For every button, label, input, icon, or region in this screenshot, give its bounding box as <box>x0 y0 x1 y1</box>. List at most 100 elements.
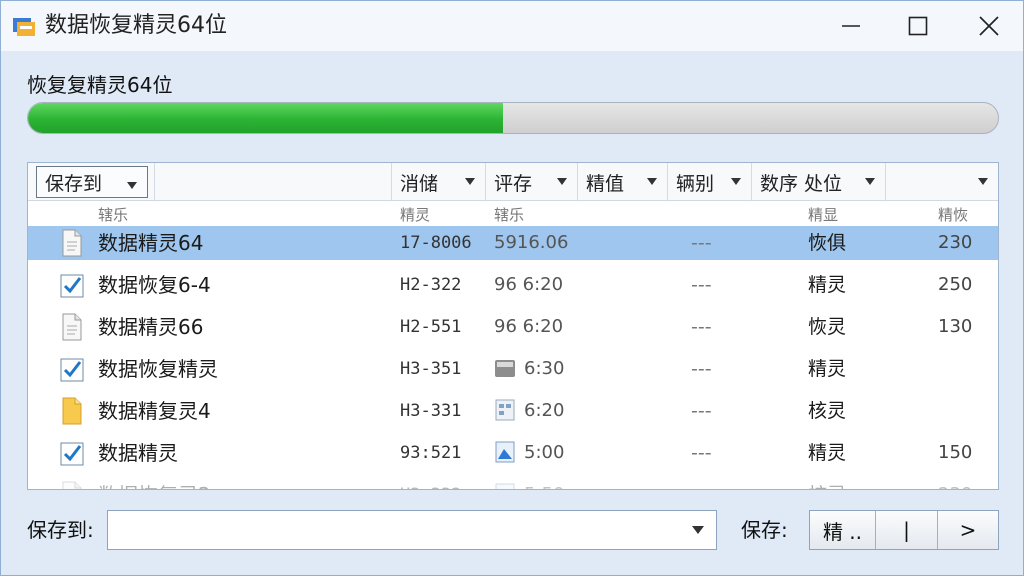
file-type: --- <box>691 232 712 254</box>
image-file-icon <box>494 441 516 463</box>
file-name: 数据恢复灵2 <box>98 482 211 489</box>
file-size: 150 <box>938 442 973 463</box>
file-code: H3-332 <box>400 482 461 489</box>
file-code: H2-551 <box>400 317 462 337</box>
subheader-status: 精显 <box>808 206 839 224</box>
combo-dropdown-button[interactable] <box>680 511 716 549</box>
list-row[interactable]: 数据精灵66 H2-551 96 6:20 --- 恢灵 130 <box>28 310 998 344</box>
file-status: 核灵 <box>808 482 846 489</box>
file-status: 精灵 <box>808 442 847 464</box>
checkbox-checked-icon[interactable] <box>60 439 84 467</box>
save-to-label: 保存到: <box>27 518 94 542</box>
checkbox-checked-icon[interactable] <box>60 355 84 383</box>
document-icon <box>60 229 84 257</box>
file-name: 数据精复灵4 <box>98 399 211 423</box>
file-type: --- <box>691 274 712 296</box>
minimize-button[interactable] <box>821 1 881 51</box>
sub-header: 辖乐 精灵 辖乐 精显 精恢 <box>28 202 998 226</box>
subheader-name: 辖乐 <box>98 206 129 224</box>
title-bar: 数据恢复精灵64位 <box>1 1 1023 51</box>
save-label: 保存: <box>741 518 788 542</box>
file-size: 130 <box>938 316 973 337</box>
column-header-7[interactable] <box>886 163 998 201</box>
save-option-button[interactable]: 精 .. <box>810 511 876 549</box>
file-type: --- <box>691 400 712 422</box>
chevron-down-icon <box>692 526 704 534</box>
subheader-size: 精恢 <box>938 206 969 224</box>
column-label: 数序 处位 <box>760 172 843 195</box>
column-header-6[interactable]: 数序 处位 <box>752 163 886 201</box>
chevron-down-icon <box>465 178 475 185</box>
column-header-2[interactable]: 消储 <box>392 163 486 201</box>
window-title: 数据恢复精灵64位 <box>45 13 227 38</box>
column-header-spacer <box>154 163 392 201</box>
file-time: 6:30 <box>524 358 565 379</box>
file-type: --- <box>691 442 712 464</box>
document-icon <box>60 481 84 489</box>
column-header-save-to[interactable]: 保存到 <box>36 166 148 198</box>
maximize-icon <box>908 16 928 36</box>
file-time: 5916.06 <box>494 232 569 253</box>
file-status: 恢俱 <box>808 232 847 254</box>
progress-label: 恢复复精灵64位 <box>27 73 173 97</box>
file-time: 96 6:20 <box>494 316 564 337</box>
file-time: 5:00 <box>524 442 565 463</box>
app-window: 数据恢复精灵64位 恢复复精灵64位 保存到 消储 评存 精值 辆别 数序 处位… <box>0 0 1024 576</box>
column-header-5[interactable]: 辆别 <box>668 163 752 201</box>
file-name: 数据恢复精灵 <box>98 357 218 381</box>
list-row[interactable]: 数据精灵 93:521 5:00 --- 精灵 150 <box>28 436 998 470</box>
column-header-4[interactable]: 精值 <box>578 163 668 201</box>
minimize-icon <box>842 25 860 27</box>
file-code: 17-8006 <box>400 233 472 253</box>
column-label: 评存 <box>494 172 533 195</box>
list-header: 保存到 消储 评存 精值 辆别 数序 处位 <box>28 163 998 201</box>
file-code: H2-322 <box>400 275 462 295</box>
progress-bar <box>27 102 999 134</box>
file-time: 5:50 <box>524 482 564 489</box>
save-path-combobox[interactable] <box>107 510 717 550</box>
file-status: 精灵 <box>808 274 847 296</box>
file-type: --- <box>691 358 712 380</box>
close-icon <box>979 16 999 36</box>
list-row[interactable]: 数据恢复6-4 H2-322 96 6:20 --- 精灵 250 <box>28 268 998 302</box>
separator-button[interactable]: | <box>876 511 938 549</box>
archive-icon <box>494 357 516 379</box>
column-label: 辆别 <box>676 172 715 195</box>
list-row[interactable]: 数据精灵64 17-8006 5916.06 --- 恢俱 230 <box>28 226 998 260</box>
file-name: 数据恢复6-4 <box>98 273 211 297</box>
list-row[interactable]: 数据恢复灵2 H3-332 5:50 --- 核灵 230 <box>28 478 998 489</box>
file-status: 精灵 <box>808 358 847 380</box>
file-code: 93:521 <box>400 443 462 463</box>
save-button-group: 精 .. | > <box>809 510 999 550</box>
list-row[interactable]: 数据恢复精灵 H3-351 6:30 --- 精灵 <box>28 352 998 386</box>
chevron-down-icon <box>731 178 741 185</box>
file-time: 6:20 <box>524 400 565 421</box>
chevron-down-icon <box>557 178 567 185</box>
checkbox-checked-icon[interactable] <box>60 271 84 299</box>
file-time: 96 6:20 <box>494 274 564 295</box>
file-size: 250 <box>938 274 973 295</box>
file-type: --- <box>691 482 712 489</box>
document-icon <box>60 313 84 341</box>
chevron-down-icon <box>978 178 988 185</box>
file-name: 数据精灵 <box>98 441 178 465</box>
app-icon <box>13 18 35 36</box>
column-label: 保存到 <box>45 172 103 195</box>
maximize-button[interactable] <box>888 1 948 51</box>
column-label: 精值 <box>586 172 625 195</box>
file-type: --- <box>691 316 712 338</box>
file-status: 核灵 <box>808 400 847 422</box>
file-code: H3-351 <box>400 359 462 379</box>
chevron-down-icon <box>647 178 657 185</box>
list-row[interactable]: 数据精复灵4 H3-331 6:20 --- 核灵 <box>28 394 998 428</box>
column-header-3[interactable]: 评存 <box>486 163 578 201</box>
file-status: 恢灵 <box>808 316 847 338</box>
chevron-down-icon <box>127 182 137 189</box>
file-list: 保存到 消储 评存 精值 辆别 数序 处位 辖乐 精灵 辖乐 精显 精恢 数据精… <box>27 162 999 490</box>
file-name: 数据精灵64 <box>98 231 204 255</box>
file-size: 230 <box>938 232 973 253</box>
next-button[interactable]: > <box>938 511 998 549</box>
file-size: 230 <box>938 482 972 489</box>
chevron-down-icon <box>865 178 875 185</box>
close-button[interactable] <box>959 1 1019 51</box>
